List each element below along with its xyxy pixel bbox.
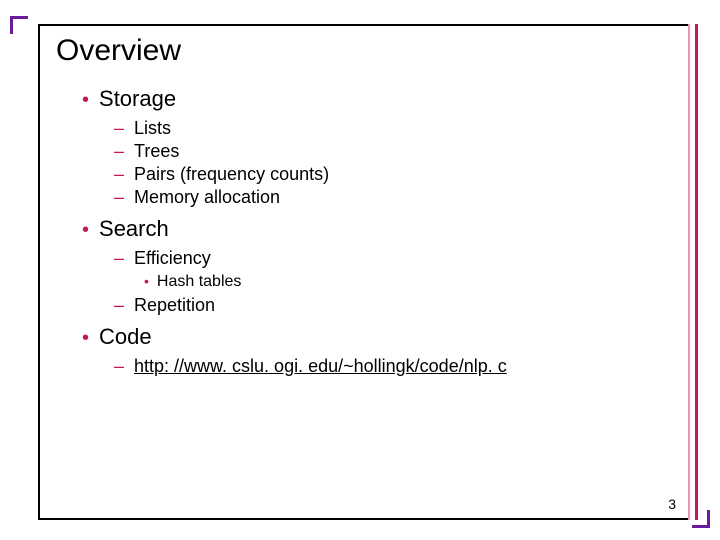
list-item-label: Efficiency: [134, 248, 211, 269]
list-item: • Search –Efficiency •Hash tables –Repet…: [82, 216, 670, 316]
page-number: 3: [668, 496, 676, 512]
corner-mark: [10, 16, 13, 34]
frame-line-bottom: [38, 518, 690, 520]
list-item-label: Trees: [134, 141, 179, 162]
dash-icon: –: [114, 295, 124, 316]
dash-icon: –: [114, 164, 124, 185]
bullet-icon: •: [82, 328, 89, 348]
list-item-label: Storage: [99, 86, 176, 112]
list-item-label: Memory allocation: [134, 187, 280, 208]
list-item: –Repetition: [114, 295, 670, 316]
code-url-link[interactable]: http: //www. cslu. ogi. edu/~hollingk/co…: [134, 356, 507, 377]
slide-title: Overview: [56, 34, 670, 68]
bullet-icon: •: [144, 273, 149, 289]
dash-icon: –: [114, 141, 124, 162]
list-item-label: Code: [99, 324, 152, 350]
frame-line-right-outer: [695, 24, 698, 520]
bullet-icon: •: [82, 90, 89, 110]
list-item: –Lists: [114, 118, 670, 139]
bullet-icon: •: [82, 220, 89, 240]
dash-icon: –: [114, 187, 124, 208]
list-item-label: Hash tables: [157, 273, 242, 290]
frame-line-right-inner: [688, 24, 690, 520]
frame-line-left: [38, 24, 40, 520]
list-item-label: Lists: [134, 118, 171, 139]
list-item: –Memory allocation: [114, 187, 670, 208]
list-item: –Efficiency • Hash tables: [114, 248, 670, 291]
list-item: –Pairs (frequency counts): [114, 164, 670, 185]
list-item-label: Pairs (frequency counts): [134, 164, 329, 185]
list-item: • Code – http: //www. cslu. ogi. edu/~ho…: [82, 324, 670, 377]
dash-icon: –: [114, 356, 124, 377]
list-item: • Storage –Lists –Trees –Pairs (frequenc…: [82, 86, 670, 208]
frame-line-top: [38, 24, 690, 26]
slide: Overview • Storage –Lists –Trees –Pairs …: [0, 0, 720, 540]
dash-icon: –: [114, 118, 124, 139]
corner-mark: [707, 510, 710, 528]
dash-icon: –: [114, 248, 124, 269]
list-item: –Trees: [114, 141, 670, 162]
slide-content: Overview • Storage –Lists –Trees –Pairs …: [56, 34, 670, 506]
list-item: – http: //www. cslu. ogi. edu/~hollingk/…: [114, 356, 670, 377]
bullet-list: • Storage –Lists –Trees –Pairs (frequenc…: [82, 86, 670, 377]
list-item-label: Search: [99, 216, 169, 242]
list-item-label: Repetition: [134, 295, 215, 316]
list-item: • Hash tables: [144, 273, 670, 291]
